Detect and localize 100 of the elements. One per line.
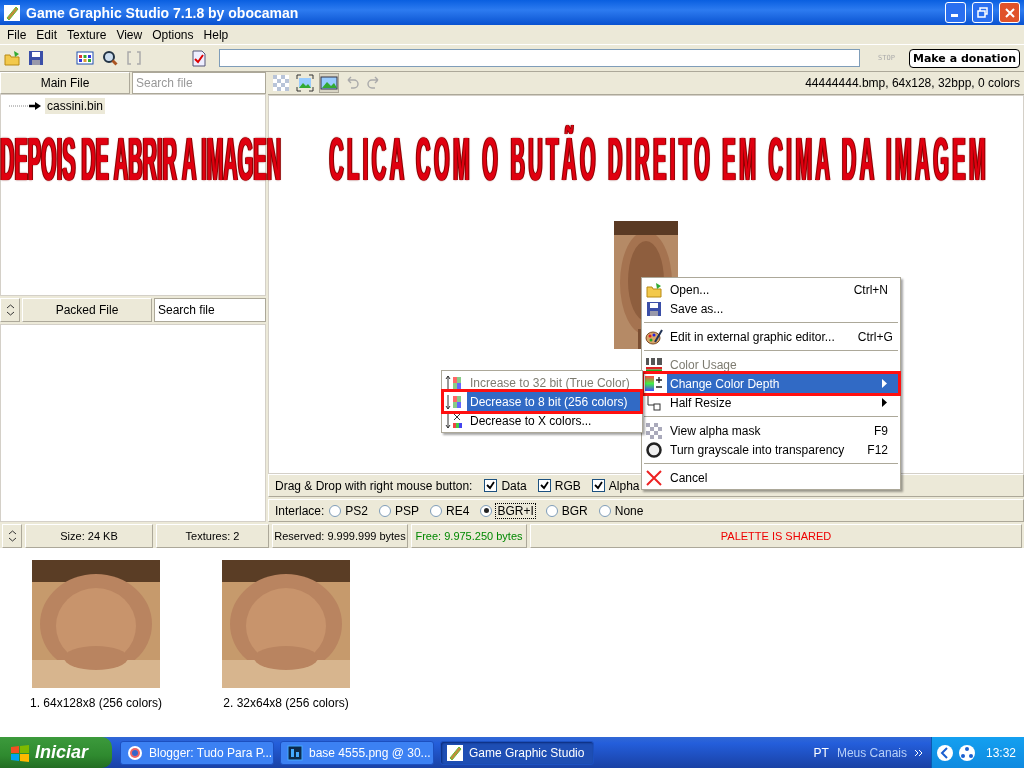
checkbox[interactable] (591, 479, 605, 492)
close-button[interactable] (999, 2, 1020, 23)
palette-status: PALETTE IS SHARED (530, 524, 1022, 548)
taskbar-button[interactable]: base 4555.png @ 30... (280, 740, 434, 765)
check-icon (593, 481, 603, 490)
radio-button[interactable] (379, 504, 392, 517)
decrease-depth-icon (445, 392, 463, 411)
color-depth-icon (645, 376, 663, 391)
search-field[interactable]: Search file (132, 72, 266, 94)
radio-label[interactable]: PS2 (345, 503, 369, 518)
menu-item[interactable]: Cancel (644, 468, 898, 487)
checkbox[interactable] (537, 479, 551, 492)
interlace-label: Interlace: (275, 503, 325, 518)
menu-item[interactable]: Options (147, 27, 199, 42)
folder-icon (646, 281, 662, 298)
menu-item[interactable]: Decrease to X colors... (444, 411, 640, 430)
arrow-icon (9, 101, 43, 111)
radio-label[interactable]: BGR+I (496, 503, 535, 518)
tree-item[interactable]: cassini.bin (45, 98, 106, 114)
donate-button[interactable]: Make a donation (908, 48, 1020, 68)
network-icon[interactable] (957, 743, 976, 762)
start-button[interactable]: Iniciar (0, 737, 112, 768)
radio-button[interactable] (329, 504, 342, 517)
check-icon (539, 481, 549, 490)
clock: 13:32 (985, 745, 1016, 760)
fit-image-icon[interactable] (296, 74, 314, 92)
main-file-button[interactable]: Main File (0, 72, 130, 94)
document-check-icon[interactable] (190, 49, 207, 67)
check-icon (486, 481, 496, 490)
save-icon (646, 300, 662, 317)
increase-depth-icon (445, 373, 463, 392)
annotation-text: CLICA COM O BUTÃO DIREITO EM CIMA DA IMAGEM (329, 124, 990, 195)
grid-icon[interactable] (75, 50, 94, 66)
taskbar-button[interactable]: Blogger: Tudo Para P... (120, 740, 274, 765)
radio-button[interactable] (480, 504, 493, 517)
close-icon (645, 468, 663, 487)
checkerboard-icon (645, 421, 663, 440)
magnifier-icon[interactable] (101, 50, 118, 66)
menu-item[interactable]: View alpha mask F9 (644, 421, 898, 440)
language-indicator[interactable]: PT (813, 745, 829, 760)
checkerboard-icon[interactable] (272, 74, 290, 92)
menu-item[interactable]: Change Color Depth (644, 374, 898, 393)
thumbnail-label[interactable]: 1. 64x128x8 (256 colors) (29, 696, 163, 710)
image-info: 44444444.bmp, 64x128, 32bpp, 0 colors (805, 76, 1020, 90)
menu-item[interactable]: Edit in external graphic editor... Ctrl+G (644, 327, 898, 346)
checkbox[interactable] (484, 479, 498, 492)
spinner-arrows-icon[interactable] (5, 302, 15, 317)
pencil-icon (447, 744, 463, 761)
submenu-arrow-icon (882, 398, 888, 407)
drag-drop-label: Drag & Drop with right mouse button: (275, 478, 473, 493)
menu-item[interactable]: Texture (62, 27, 112, 42)
radio-button[interactable] (430, 504, 443, 517)
windows-logo-icon (10, 743, 30, 762)
save-icon[interactable] (28, 50, 44, 66)
pencil-icon (4, 4, 20, 21)
checkbox-label[interactable]: Alpha (608, 478, 640, 493)
menu-item[interactable]: Edit (31, 27, 63, 42)
circle-icon (645, 440, 663, 459)
search-field[interactable]: Search file (154, 297, 266, 322)
image-icon[interactable] (320, 74, 338, 92)
chevron-icon[interactable] (914, 748, 923, 757)
spinner-button[interactable] (0, 297, 20, 322)
menu-item[interactable]: Decrease to 8 bit (256 colors) (444, 392, 640, 411)
checkbox-label[interactable]: Data (501, 478, 527, 493)
browser-icon (127, 744, 143, 761)
restore-button[interactable] (972, 2, 993, 23)
thumbnail-label[interactable]: 2. 32x64x8 (256 colors) (223, 696, 349, 710)
address-field[interactable] (218, 49, 861, 67)
menu-item[interactable]: View (111, 27, 148, 42)
restore-icon (977, 7, 988, 18)
palette-icon (645, 327, 663, 346)
color-usage-icon (646, 357, 662, 372)
radio-label[interactable]: RE4 (446, 503, 470, 518)
spinner-button[interactable] (2, 524, 22, 548)
radio-button[interactable] (545, 504, 558, 517)
menu-item[interactable]: Open... Ctrl+N (644, 280, 898, 299)
menu-item[interactable]: Help (198, 27, 234, 42)
submenu-arrow-icon (882, 379, 888, 388)
toolbar-label[interactable]: Meus Canais (836, 745, 907, 760)
spinner-arrows-icon[interactable] (7, 529, 17, 543)
resize-icon (645, 393, 663, 412)
folder-icon[interactable] (4, 50, 20, 66)
menu-item[interactable]: Half Resize (644, 393, 898, 412)
menu-item[interactable]: File (2, 27, 32, 42)
annotation-text: DEPOIS DE ABRIR A IMAGEN (0, 124, 282, 195)
menu-item[interactable]: Turn grayscale into transparency F12 (644, 440, 898, 459)
free-status: Free: 9.975.250 bytes (411, 524, 527, 548)
window-title: Game Graphic Studio 7.1.8 by obocaman (26, 4, 299, 21)
decrease-colors-icon (445, 411, 463, 430)
radio-label[interactable]: PSP (395, 503, 420, 518)
taskbar-button[interactable]: Game Graphic Studio (440, 740, 594, 765)
radio-label[interactable]: BGR (561, 503, 588, 518)
radio-button[interactable] (598, 504, 611, 517)
minimize-button[interactable] (945, 2, 966, 23)
menu-item[interactable]: Save as... (644, 299, 898, 318)
reserved-status: Reserved: 9.999.999 bytes (272, 524, 408, 548)
packed-file-button[interactable]: Packed File (22, 297, 152, 322)
radio-label[interactable]: None (614, 503, 644, 518)
checkbox-label[interactable]: RGB (554, 478, 581, 493)
size-status: Size: 24 KB (25, 524, 153, 548)
